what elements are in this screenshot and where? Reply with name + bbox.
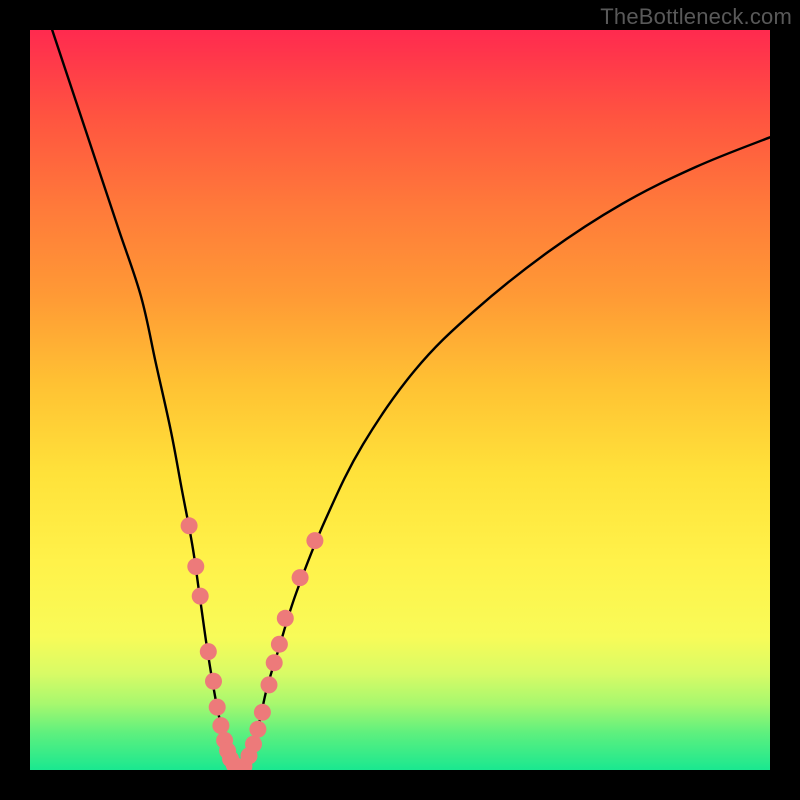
marker-dot (277, 610, 294, 627)
marker-dot (306, 532, 323, 549)
marker-dot (181, 517, 198, 534)
marker-dot (205, 673, 222, 690)
marker-dot (245, 736, 262, 753)
marker-dot (249, 721, 266, 738)
marker-dot (209, 699, 226, 716)
watermark-label: TheBottleneck.com (600, 4, 792, 30)
marker-dot (187, 558, 204, 575)
marker-dot (254, 704, 271, 721)
marker-dot (192, 588, 209, 605)
marker-dot (292, 569, 309, 586)
chart-plot-area (30, 30, 770, 770)
marker-dot (200, 643, 217, 660)
curve-markers (181, 517, 324, 770)
chart-svg (30, 30, 770, 770)
marker-dot (266, 654, 283, 671)
marker-dot (212, 717, 229, 734)
marker-dot (261, 676, 278, 693)
curve-right (241, 137, 770, 768)
marker-dot (271, 636, 288, 653)
